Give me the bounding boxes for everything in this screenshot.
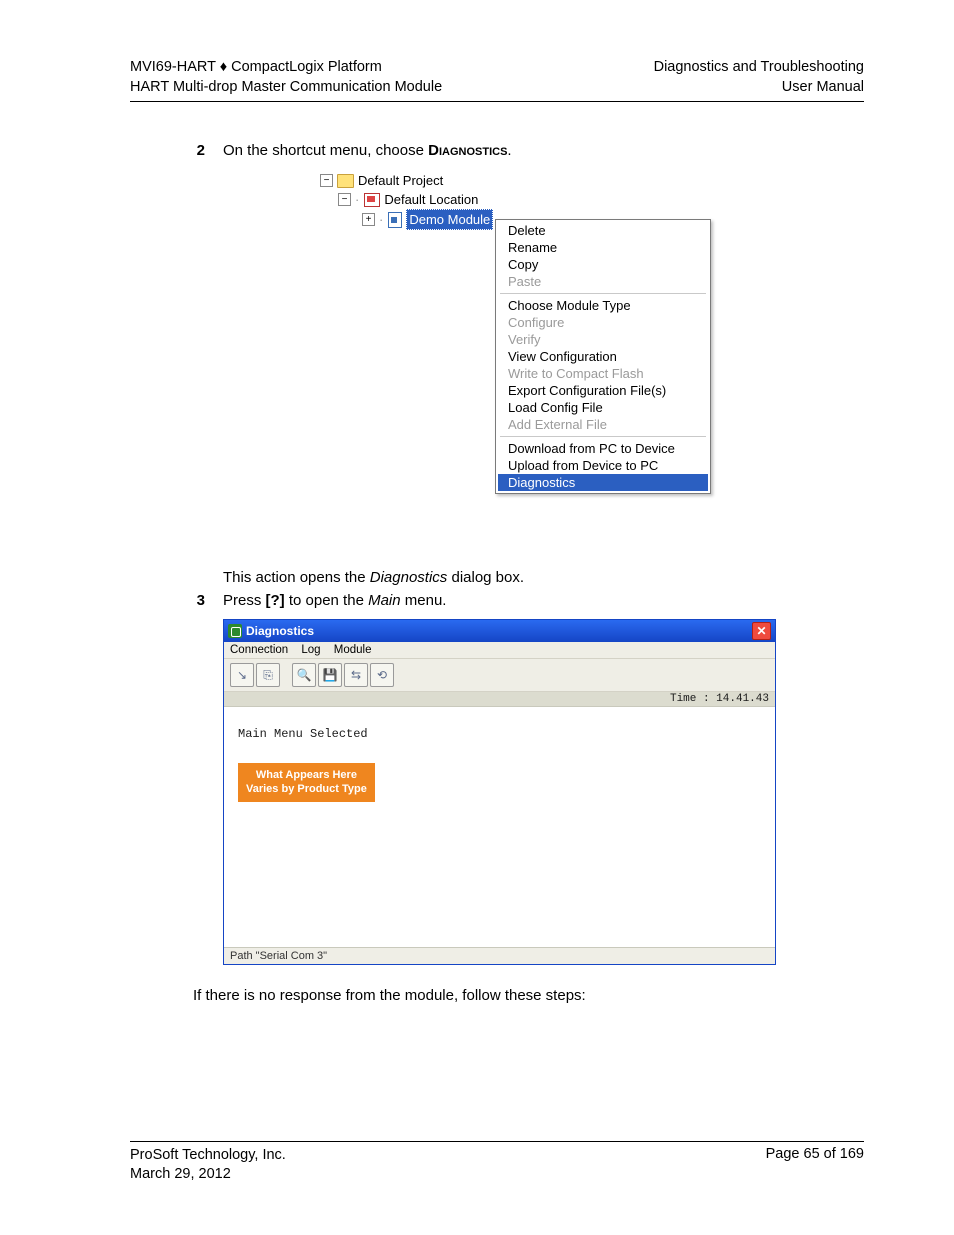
folder-icon — [337, 174, 354, 188]
header-left-line2: HART Multi-drop Master Communication Mod… — [130, 78, 442, 98]
module-icon — [388, 212, 402, 228]
tree-row-location[interactable]: − · Default Location — [320, 190, 864, 209]
close-icon: ✕ — [756, 624, 766, 638]
step-2-number: 2 — [130, 142, 223, 159]
menu-log[interactable]: Log — [301, 644, 320, 656]
expand-icon[interactable]: + — [362, 213, 375, 226]
close-button[interactable]: ✕ — [752, 622, 771, 640]
step-3: 3 Press [?] to open the Main menu. — [130, 592, 864, 609]
ctx-choose-module-type[interactable]: Choose Module Type — [498, 297, 708, 314]
diagnostics-titlebar[interactable]: Diagnostics ✕ — [224, 620, 775, 642]
step-3-pre: Press — [223, 592, 266, 609]
annotation-callout: What Appears Here Varies by Product Type — [238, 763, 375, 802]
location-icon — [364, 193, 380, 207]
ctx-diagnostics[interactable]: Diagnostics — [498, 474, 708, 491]
transfer-icon: ⇆ — [351, 668, 361, 682]
header-right-line2: User Manual — [654, 78, 864, 98]
header-right-line1: Diagnostics and Troubleshooting — [654, 58, 864, 78]
step-2-emph: Diagnostics — [428, 142, 507, 159]
step-2-pre: On the shortcut menu, choose — [223, 142, 428, 159]
ctx-paste: Paste — [498, 273, 708, 290]
annotation-line2: Varies by Product Type — [246, 782, 367, 796]
step-3-emph: Main — [368, 592, 401, 609]
ctx-download-pc-to-device[interactable]: Download from PC to Device — [498, 440, 708, 457]
time-display: Time : 14.41.43 — [224, 692, 775, 707]
tree-module-label-selected: Demo Module — [406, 209, 493, 230]
ctx-configure: Configure — [498, 314, 708, 331]
toolbar-button-4[interactable]: 💾 — [318, 663, 342, 687]
plug-icon: ⎘ — [263, 668, 273, 683]
context-menu: Delete Rename Copy Paste Choose Module T… — [495, 219, 711, 494]
ctx-view-configuration[interactable]: View Configuration — [498, 348, 708, 365]
tree-project-label: Default Project — [358, 171, 443, 190]
header-left-line1: MVI69-HART ♦ CompactLogix Platform — [130, 58, 442, 78]
toolbar-button-6[interactable]: ⟲ — [370, 663, 394, 687]
footer-date: March 29, 2012 — [130, 1165, 286, 1185]
figure-tree-contextmenu: − Default Project − · Default Location +… — [320, 171, 864, 551]
ctx-load-config-file[interactable]: Load Config File — [498, 399, 708, 416]
menu-module[interactable]: Module — [334, 644, 372, 656]
app-icon — [228, 624, 242, 638]
para1-emph: Diagnostics — [370, 569, 448, 586]
collapse-icon[interactable]: − — [320, 174, 333, 187]
tree-location-label: Default Location — [384, 190, 478, 209]
step-3-mid: to open the — [285, 592, 368, 609]
ctx-add-external-file: Add External File — [498, 416, 708, 433]
page-footer: ProSoft Technology, Inc. March 29, 2012 … — [130, 1141, 864, 1185]
diagnostics-title: Diagnostics — [246, 624, 314, 638]
footer-page: Page 65 of 169 — [766, 1146, 864, 1185]
para1-post: dialog box. — [447, 569, 524, 586]
paragraph-no-response: If there is no response from the module,… — [193, 987, 864, 1004]
ctx-copy[interactable]: Copy — [498, 256, 708, 273]
page-header: MVI69-HART ♦ CompactLogix Platform HART … — [130, 58, 864, 102]
terminal-line: Main Menu Selected — [238, 727, 765, 741]
diagnostics-terminal[interactable]: Time : 14.41.43 Main Menu Selected What … — [224, 692, 775, 947]
step-3-post: menu. — [401, 592, 447, 609]
annotation-line1: What Appears Here — [246, 768, 367, 782]
ctx-write-compact-flash: Write to Compact Flash — [498, 365, 708, 382]
ctx-verify: Verify — [498, 331, 708, 348]
ctx-export-configuration[interactable]: Export Configuration File(s) — [498, 382, 708, 399]
search-icon: 🔍 — [297, 668, 312, 682]
save-icon: 💾 — [323, 668, 338, 682]
diagnostics-statusbar: Path "Serial Com 3" — [224, 947, 775, 964]
ctx-delete[interactable]: Delete — [498, 222, 708, 239]
diagnostics-menubar: Connection Log Module — [224, 642, 775, 659]
ctx-upload-device-to-pc[interactable]: Upload from Device to PC — [498, 457, 708, 474]
menu-connection[interactable]: Connection — [230, 644, 288, 656]
para1-pre: This action opens the — [223, 569, 370, 586]
toolbar-button-1[interactable]: ↘ — [230, 663, 254, 687]
step-2: 2 On the shortcut menu, choose Diagnosti… — [130, 142, 864, 159]
collapse-icon[interactable]: − — [338, 193, 351, 206]
tree-connector-icon: · — [355, 190, 360, 209]
toolbar-button-5[interactable]: ⇆ — [344, 663, 368, 687]
toolbar-button-3[interactable]: 🔍 — [292, 663, 316, 687]
step-2-post: . — [507, 142, 511, 159]
ctx-separator — [500, 293, 706, 294]
diagnostics-toolbar: ↘ ⎘ 🔍 💾 ⇆ ⟲ — [224, 659, 775, 692]
paragraph-open-diagnostics: This action opens the Diagnostics dialog… — [223, 569, 864, 586]
footer-company: ProSoft Technology, Inc. — [130, 1146, 286, 1166]
tree-connector-icon: · — [379, 210, 384, 229]
ctx-separator — [500, 436, 706, 437]
step-3-number: 3 — [130, 592, 223, 609]
tree-row-project[interactable]: − Default Project — [320, 171, 864, 190]
clear-icon: ⟲ — [377, 668, 387, 682]
figure-diagnostics-window: Diagnostics ✕ Connection Log Module ↘ ⎘ … — [223, 619, 776, 965]
step-3-key: [?] — [266, 592, 285, 609]
toolbar-button-2[interactable]: ⎘ — [256, 663, 280, 687]
connector-icon: ↘ — [237, 668, 247, 682]
ctx-rename[interactable]: Rename — [498, 239, 708, 256]
